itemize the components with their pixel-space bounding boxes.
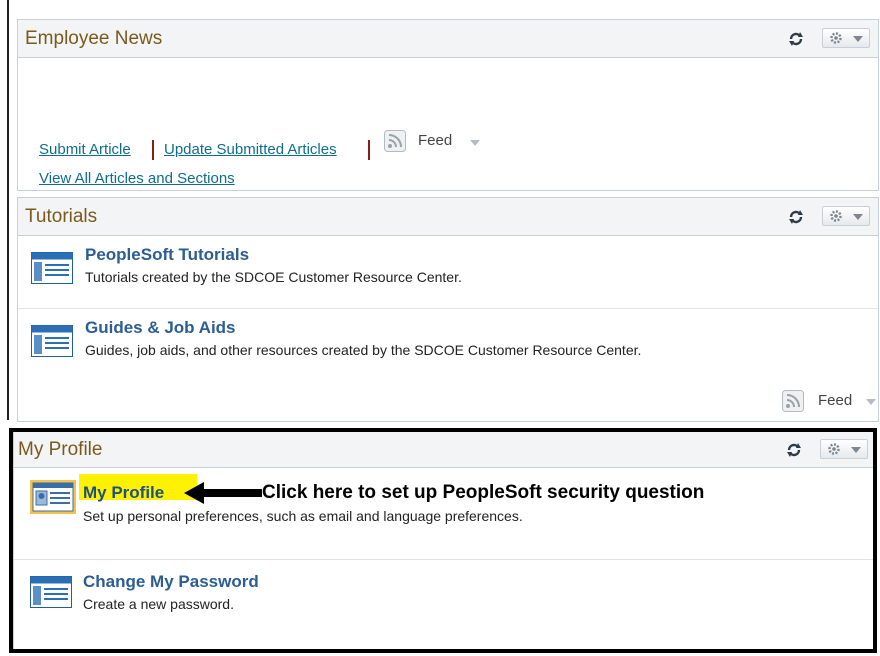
feed-label[interactable]: Feed (418, 132, 452, 149)
list-item[interactable]: Change My Password Create a new password… (14, 560, 876, 640)
gear-icon (830, 32, 842, 44)
submit-article-link[interactable]: Submit Article (39, 141, 131, 158)
item-description: Tutorials created by the SDCOE Customer … (85, 269, 462, 285)
guides-job-aids-link[interactable]: Guides & Job Aids (85, 318, 236, 338)
my-profile-link[interactable]: My Profile (83, 483, 164, 503)
rss-feed-icon[interactable] (384, 130, 406, 152)
navigation-page-icon (30, 576, 72, 608)
item-description: Create a new password. (83, 596, 234, 612)
gear-menu-button[interactable] (822, 28, 870, 48)
feed-label[interactable]: Feed (818, 392, 852, 409)
gear-icon (828, 443, 840, 455)
my-profile-pagelet: My Profile My Profile Set up personal pr… (13, 428, 877, 653)
refresh-icon[interactable] (788, 209, 804, 225)
item-description: Set up personal preferences, such as ema… (83, 508, 523, 524)
annotation-text: Click here to set up PeopleSoft security… (262, 482, 705, 503)
chevron-down-icon[interactable] (470, 140, 480, 146)
refresh-icon[interactable] (786, 442, 802, 458)
view-all-articles-link[interactable]: View All Articles and Sections (39, 170, 235, 187)
tutorials-pagelet: Tutorials PeopleSoft Tutorials Tutorials… (17, 197, 879, 422)
profile-card-icon (30, 480, 76, 514)
employee-news-title: Employee News (25, 28, 163, 49)
link-separator (152, 140, 154, 160)
annotation-arrow-icon (184, 482, 262, 504)
tutorials-header: Tutorials (18, 198, 878, 236)
employee-news-header: Employee News (18, 20, 878, 58)
peoplesoft-tutorials-link[interactable]: PeopleSoft Tutorials (85, 245, 249, 265)
gear-icon (830, 210, 842, 222)
link-separator (368, 140, 370, 160)
chevron-down-icon (853, 214, 863, 220)
my-profile-header: My Profile (14, 429, 876, 468)
gear-menu-button[interactable] (822, 206, 870, 226)
chevron-down-icon (853, 36, 863, 42)
chevron-down-icon[interactable] (866, 399, 876, 405)
refresh-icon[interactable] (788, 31, 804, 47)
update-submitted-articles-link[interactable]: Update Submitted Articles (164, 141, 337, 158)
my-profile-title: My Profile (18, 439, 103, 460)
tutorials-title: Tutorials (25, 206, 98, 227)
chevron-down-icon (851, 447, 861, 453)
change-my-password-link[interactable]: Change My Password (83, 572, 259, 592)
navigation-page-icon (31, 325, 73, 357)
employee-news-pagelet: Employee News Submit Article Update Subm… (17, 19, 879, 191)
gear-menu-button[interactable] (820, 439, 868, 459)
item-description: Guides, job aids, and other resources cr… (85, 342, 642, 358)
list-item[interactable]: PeopleSoft Tutorials Tutorials created b… (18, 236, 878, 308)
navigation-page-icon (31, 252, 73, 284)
rss-feed-icon[interactable] (782, 390, 804, 412)
list-item[interactable]: Guides & Job Aids Guides, job aids, and … (18, 309, 878, 381)
left-frame-border (7, 0, 9, 420)
